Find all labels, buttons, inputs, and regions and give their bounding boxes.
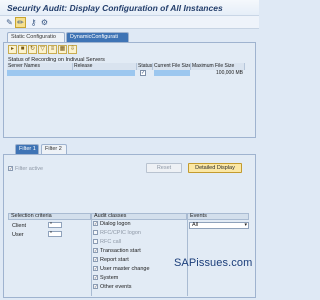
current-file-size-cell	[154, 70, 190, 76]
audit-class-report-start[interactable]: ✓ Report start	[93, 257, 129, 264]
config-tabstrip: Static Configuratio DynamicConfigurati	[0, 30, 259, 42]
checkbox-icon: ✓	[93, 221, 98, 227]
audit-class-rfc-call[interactable]: RFC call	[93, 239, 121, 246]
key-icon[interactable]: ⚷	[28, 17, 39, 28]
column-header-current-file-size[interactable]: Current File Size	[153, 63, 191, 70]
detailed-display-button[interactable]: Detailed Display	[188, 163, 242, 173]
checkbox-icon: ✓	[93, 248, 98, 254]
events-dropdown[interactable]: All ▾	[189, 222, 249, 229]
pencil-icon[interactable]: ✏	[15, 17, 26, 28]
status-checkbox[interactable]: ✓	[140, 70, 146, 76]
export-icon[interactable]: ⇩	[68, 45, 77, 54]
start-recording-icon[interactable]: ▸	[8, 45, 17, 54]
column-header-server-names[interactable]: Server Names	[7, 63, 73, 70]
checkbox-icon: ✓	[8, 166, 13, 172]
audit-class-user-master-change[interactable]: ✓ User master change	[93, 266, 150, 273]
maximum-file-size-cell: 100,000 MB	[216, 70, 243, 76]
title-bar: Security Audit: Display Configuration of…	[0, 0, 259, 16]
tools-icon[interactable]: ⚙	[39, 17, 50, 28]
tab-filter-1[interactable]: Filter 1	[15, 144, 39, 154]
checkbox-icon: ✓	[93, 266, 98, 272]
checkbox-icon	[93, 230, 98, 236]
audit-class-other-events[interactable]: ✓ Other events	[93, 284, 132, 291]
checkbox-icon	[93, 239, 98, 245]
events-header: Events	[187, 213, 249, 220]
filter-active-label: Filter active	[15, 166, 44, 172]
filter-tabstrip: Filter 1 Filter 2	[0, 144, 259, 154]
checkbox-icon: ✓	[93, 284, 98, 290]
layout-icon[interactable]: ▦	[58, 45, 67, 54]
watermark-text: SAPissues.com	[174, 257, 253, 269]
tab-dynamic-configuration[interactable]: DynamicConfigurati	[66, 32, 129, 42]
column-header-status[interactable]: Status	[137, 63, 153, 70]
events-selected-value: All	[192, 222, 199, 228]
grid-toolbar: ▸ ■ ↻ ▽ ≡ ▦ ⇩	[8, 45, 77, 55]
audit-class-system[interactable]: ✓ System	[93, 275, 118, 282]
filter-icon[interactable]: ▽	[38, 45, 47, 54]
stop-recording-icon[interactable]: ■	[18, 45, 27, 54]
filter-criteria-table: Selection criteria Audit classes Events …	[8, 213, 249, 299]
filter-active-checkbox[interactable]: ✓ Filter active	[8, 166, 43, 172]
table-row[interactable]	[7, 70, 135, 76]
tab-filter-2[interactable]: Filter 2	[41, 144, 67, 154]
sort-icon[interactable]: ≡	[48, 45, 57, 54]
filter-panel: ✓ Filter active Reset Detailed Display Se…	[3, 154, 256, 298]
audit-class-dialog-logon[interactable]: ✓ Dialog logon	[93, 221, 131, 228]
column-divider	[91, 220, 92, 296]
column-header-maximum-file-size[interactable]: Maximum File Size	[191, 63, 245, 70]
chevron-down-icon: ▾	[244, 222, 247, 228]
application-toolbar: ✎ ✏ ⚷ ⚙	[0, 16, 259, 29]
display-change-icon[interactable]: ✎	[4, 17, 15, 28]
checkbox-icon: ✓	[93, 275, 98, 281]
user-input[interactable]: *	[48, 231, 62, 237]
client-input[interactable]: *	[48, 222, 62, 228]
column-header-release[interactable]: Release	[73, 63, 137, 70]
window-title: Security Audit: Display Configuration of…	[7, 3, 223, 13]
checkbox-icon: ✓	[93, 257, 98, 263]
client-label: Client	[12, 223, 27, 229]
tab-static-configuration[interactable]: Static Configuratio	[7, 32, 65, 42]
user-label: User	[12, 232, 24, 238]
audit-class-rfc-cpic-logon[interactable]: RFC/CPIC logon	[93, 230, 141, 237]
refresh-icon[interactable]: ↻	[28, 45, 37, 54]
dynamic-configuration-panel: ▸ ■ ↻ ▽ ≡ ▦ ⇩ Status of Recording on Ind…	[3, 42, 256, 138]
audit-classes-header: Audit classes	[91, 213, 187, 220]
selection-criteria-header: Selection criteria	[8, 213, 91, 220]
reset-button[interactable]: Reset	[146, 163, 182, 173]
audit-class-transaction-start[interactable]: ✓ Transaction start	[93, 248, 141, 255]
